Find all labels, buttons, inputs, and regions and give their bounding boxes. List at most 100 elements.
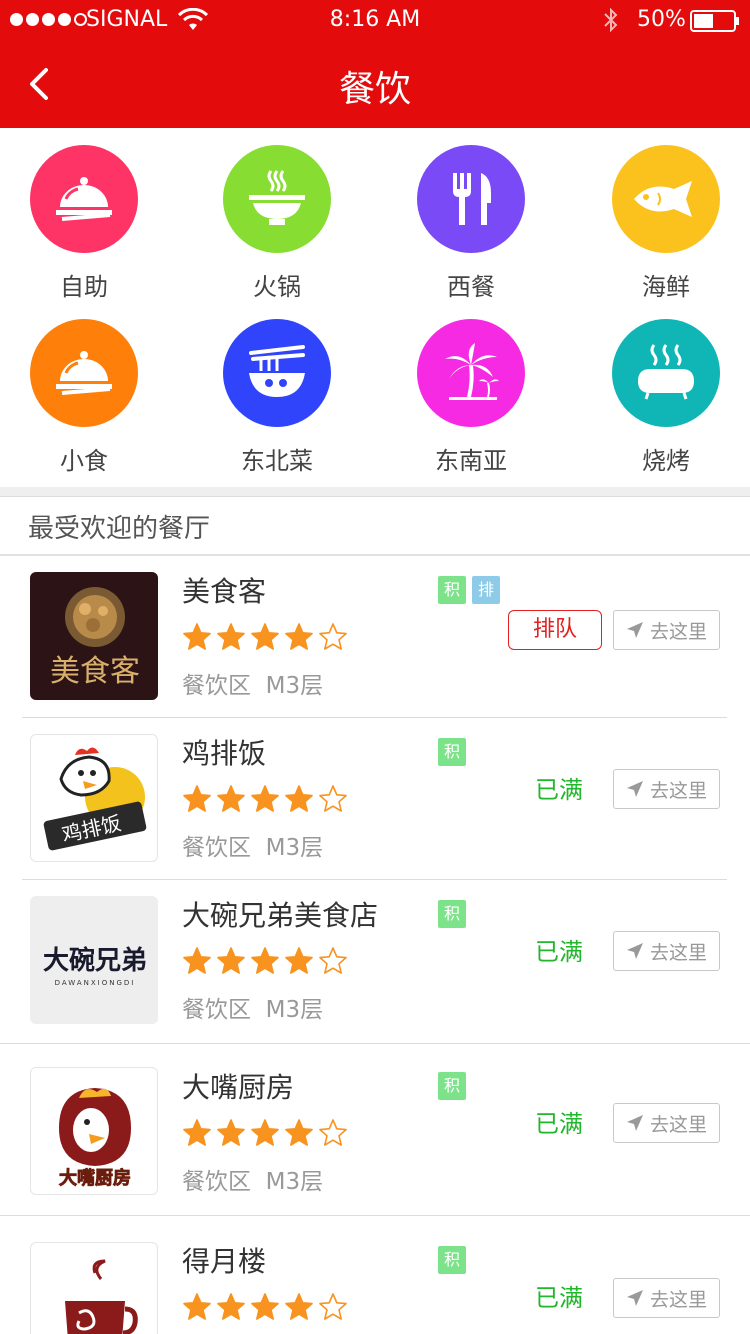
status-full: 已满 bbox=[535, 938, 583, 966]
palm-tree-icon bbox=[417, 319, 525, 427]
logo-text: 大嘴厨房 bbox=[59, 1167, 131, 1189]
category-hotpot[interactable]: 火锅 bbox=[202, 145, 352, 302]
category-label: 海鲜 bbox=[642, 273, 690, 301]
status-full: 已满 bbox=[535, 776, 583, 804]
queue-button[interactable]: 排队 bbox=[508, 610, 602, 650]
restaurant-location: 餐饮区 M3层 bbox=[182, 1162, 323, 1196]
category-label: 火锅 bbox=[253, 273, 301, 301]
restaurant-item[interactable]: 美食客 美食客 餐饮区 M3层 积 排 排队 去这里 bbox=[0, 556, 750, 718]
restaurant-location: 餐饮区 M3层 bbox=[182, 990, 323, 1024]
battery-percent: 50% bbox=[637, 7, 686, 32]
logo-text: 大碗兄弟 bbox=[43, 945, 147, 976]
logo-subtext: DAWANXIONGDI bbox=[55, 979, 136, 987]
restaurant-name: 得月楼 bbox=[182, 1245, 267, 1278]
header-bar: SIGNAL 8:16 AM 50% 餐饮 bbox=[0, 0, 750, 128]
restaurant-item[interactable]: 大碗兄弟 DAWANXIONGDI 大碗兄弟美食店 餐饮区 M3层 积 已满 去… bbox=[0, 880, 750, 1044]
star-empty-icon bbox=[319, 1119, 347, 1146]
star-filled-icon bbox=[251, 623, 279, 650]
restaurant-logo: 大嘴厨房 bbox=[30, 1067, 158, 1195]
category-label: 西餐 bbox=[447, 273, 495, 301]
restaurant-name: 大嘴厨房 bbox=[182, 1071, 295, 1104]
star-empty-icon bbox=[319, 623, 347, 650]
navigate-label: 去这里 bbox=[649, 1113, 707, 1136]
tag-group: 积 bbox=[438, 1072, 466, 1100]
star-filled-icon bbox=[183, 785, 211, 812]
category-seafood[interactable]: 海鲜 bbox=[591, 145, 741, 302]
location-arrow-icon bbox=[626, 943, 643, 959]
navigate-button[interactable]: 去这里 bbox=[613, 931, 720, 971]
location-floor: M3层 bbox=[265, 673, 324, 699]
section-title: 最受欢迎的餐厅 bbox=[28, 514, 211, 544]
navigate-button[interactable]: 去这里 bbox=[613, 610, 720, 650]
star-filled-icon bbox=[285, 1293, 313, 1320]
star-filled-icon bbox=[183, 947, 211, 974]
logo-text: 美食客 bbox=[50, 654, 140, 689]
location-arrow-icon bbox=[626, 781, 643, 797]
category-bbq[interactable]: 烧烤 bbox=[591, 319, 741, 476]
restaurant-logo: 鸡排饭 bbox=[30, 734, 158, 862]
navigate-label: 去这里 bbox=[649, 1288, 707, 1311]
restaurant-name: 大碗兄弟美食店 bbox=[182, 899, 379, 932]
location-area: 餐饮区 bbox=[182, 673, 251, 699]
navigate-button[interactable]: 去这里 bbox=[613, 769, 720, 809]
restaurant-item[interactable]: 得月楼 积 已满 去这里 bbox=[0, 1216, 750, 1334]
points-tag: 积 bbox=[438, 1072, 466, 1100]
star-filled-icon bbox=[217, 623, 245, 650]
navigate-label: 去这里 bbox=[649, 941, 707, 964]
bluetooth-icon bbox=[604, 7, 618, 33]
restaurant-logo: 美食客 bbox=[30, 572, 158, 700]
restaurant-item[interactable]: 大嘴厨房 大嘴厨房 餐饮区 M3层 积 已满 去这里 bbox=[0, 1044, 750, 1216]
cloche-icon bbox=[30, 319, 138, 427]
points-tag: 积 bbox=[438, 1246, 466, 1274]
cloche-icon bbox=[30, 145, 138, 253]
location-area: 餐饮区 bbox=[182, 997, 251, 1023]
fish-icon bbox=[612, 145, 720, 253]
navigate-label: 去这里 bbox=[649, 779, 707, 802]
navigate-label: 去这里 bbox=[649, 620, 707, 643]
category-northeast[interactable]: 东北菜 bbox=[202, 319, 352, 476]
location-floor: M3层 bbox=[265, 1169, 324, 1195]
navigate-button[interactable]: 去这里 bbox=[613, 1103, 720, 1143]
star-filled-icon bbox=[217, 785, 245, 812]
tag-group: 积 bbox=[438, 738, 466, 766]
points-tag: 积 bbox=[438, 900, 466, 928]
noodle-bowl-icon bbox=[223, 319, 331, 427]
restaurant-name: 鸡排饭 bbox=[182, 737, 267, 770]
location-floor: M3层 bbox=[265, 997, 324, 1023]
points-tag: 积 bbox=[438, 738, 466, 766]
star-filled-icon bbox=[183, 623, 211, 650]
restaurant-location: 餐饮区 M3层 bbox=[182, 828, 323, 862]
category-label: 烧烤 bbox=[642, 447, 690, 475]
star-empty-icon bbox=[319, 1293, 347, 1320]
category-label: 东北菜 bbox=[241, 447, 313, 475]
rating-stars bbox=[182, 1292, 348, 1322]
star-filled-icon bbox=[217, 1293, 245, 1320]
restaurant-logo bbox=[30, 1242, 158, 1334]
tag-group: 积 排 bbox=[438, 576, 500, 604]
star-filled-icon bbox=[285, 947, 313, 974]
status-full: 已满 bbox=[535, 1284, 583, 1312]
navigate-button[interactable]: 去这里 bbox=[613, 1278, 720, 1318]
category-snack[interactable]: 小食 bbox=[9, 319, 159, 476]
star-empty-icon bbox=[319, 785, 347, 812]
points-tag: 积 bbox=[438, 576, 466, 604]
rating-stars bbox=[182, 1118, 348, 1148]
star-filled-icon bbox=[217, 1119, 245, 1146]
star-filled-icon bbox=[251, 785, 279, 812]
battery-icon bbox=[690, 10, 739, 32]
rating-stars bbox=[182, 946, 348, 976]
tag-group: 积 bbox=[438, 900, 466, 928]
restaurant-name: 美食客 bbox=[182, 575, 267, 608]
star-filled-icon bbox=[251, 1119, 279, 1146]
category-western[interactable]: 西餐 bbox=[396, 145, 546, 302]
category-grid: 自助 火锅 西餐 海鲜 小食 东北菜 东南亚 烧烤 bbox=[0, 128, 750, 488]
restaurant-item[interactable]: 鸡排饭 鸡排饭 餐饮区 M3层 积 已满 去这里 bbox=[0, 718, 750, 880]
category-southeast-asia[interactable]: 东南亚 bbox=[396, 319, 546, 476]
page-title: 餐饮 bbox=[338, 69, 411, 110]
rating-stars bbox=[182, 784, 348, 814]
status-bar: SIGNAL 8:16 AM 50% bbox=[0, 0, 750, 40]
queue-tag: 排 bbox=[472, 576, 500, 604]
rating-stars bbox=[182, 622, 348, 652]
hotpot-icon bbox=[223, 145, 331, 253]
category-buffet[interactable]: 自助 bbox=[9, 145, 159, 302]
